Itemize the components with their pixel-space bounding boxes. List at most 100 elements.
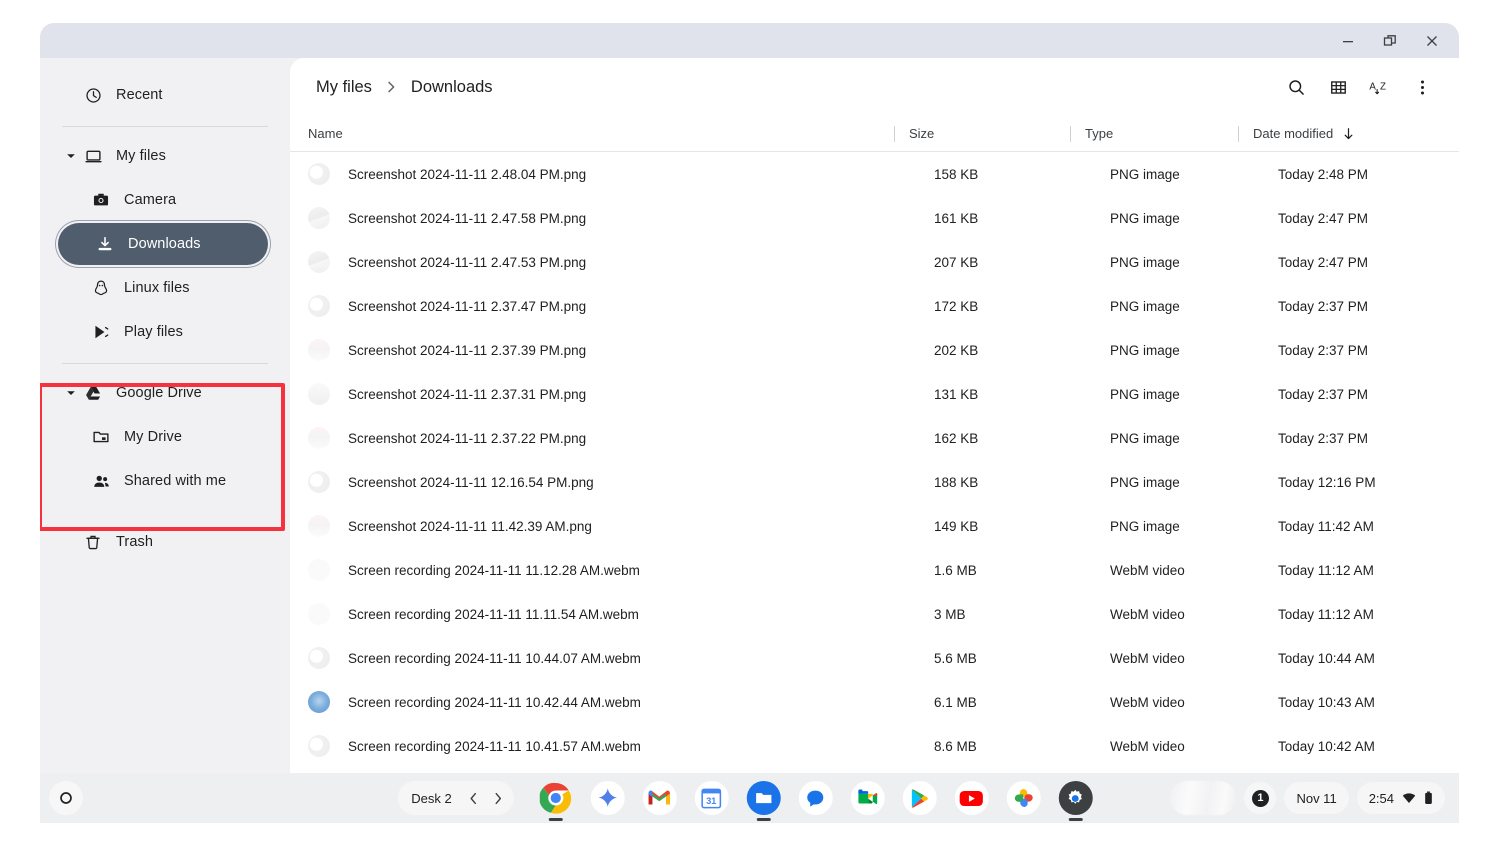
trash-icon xyxy=(80,533,106,551)
breadcrumb-root[interactable]: My files xyxy=(308,74,380,101)
column-divider xyxy=(894,126,895,142)
file-thumbnail xyxy=(308,471,330,493)
grid-view-icon[interactable] xyxy=(1321,70,1355,104)
chevron-down-icon[interactable] xyxy=(62,388,80,398)
chrome-icon xyxy=(539,781,573,815)
sidebar-item-trash[interactable]: Trash xyxy=(54,521,276,563)
file-list[interactable]: Screenshot 2024-11-11 2.48.04 PM.png158 … xyxy=(290,152,1459,773)
sidebar-item-my-drive[interactable]: My Drive xyxy=(54,416,276,458)
sidebar-divider xyxy=(62,126,268,127)
file-name: Screenshot 2024-11-11 2.48.04 PM.png xyxy=(348,167,934,182)
sidebar-item-camera[interactable]: Camera xyxy=(54,179,276,221)
launcher-button[interactable] xyxy=(49,781,83,815)
more-options-icon[interactable] xyxy=(1405,70,1439,104)
sidebar-item-google-drive[interactable]: Google Drive xyxy=(54,372,276,414)
date-tray-button[interactable]: Nov 11 xyxy=(1284,782,1348,814)
table-row[interactable]: Screenshot 2024-11-11 12.16.54 PM.png188… xyxy=(290,460,1459,504)
file-thumbnail xyxy=(308,295,330,317)
table-row[interactable]: Screen recording 2024-11-11 10.41.57 AM.… xyxy=(290,724,1459,768)
search-icon[interactable] xyxy=(1279,70,1313,104)
shelf-app-youtube[interactable] xyxy=(952,778,992,818)
table-row[interactable]: Screenshot 2024-11-11 2.48.04 PM.png158 … xyxy=(290,152,1459,196)
play-store-icon xyxy=(88,323,114,341)
desk-next-icon[interactable] xyxy=(486,784,510,812)
column-header-date-modified[interactable]: Date modified xyxy=(1238,126,1459,142)
file-thumbnail xyxy=(308,383,330,405)
column-label: Name xyxy=(308,126,343,141)
column-header-type[interactable]: Type xyxy=(1070,126,1238,142)
sidebar-item-label: Downloads xyxy=(128,236,201,252)
shelf-app-calendar[interactable]: 31 xyxy=(692,778,732,818)
file-size: 149 KB xyxy=(934,519,1110,534)
sidebar-item-label: Trash xyxy=(116,534,153,550)
play-store-icon xyxy=(903,781,937,815)
battery-icon xyxy=(1424,791,1433,805)
table-row[interactable]: Screen recording 2024-11-11 11.11.54 AM.… xyxy=(290,592,1459,636)
table-row[interactable]: Screen recording 2024-11-11 10.42.44 AM.… xyxy=(290,680,1459,724)
file-name: Screenshot 2024-11-11 2.47.58 PM.png xyxy=(348,211,934,226)
file-type: PNG image xyxy=(1110,475,1278,490)
table-row[interactable]: Screenshot 2024-11-11 2.37.31 PM.png131 … xyxy=(290,372,1459,416)
file-type: WebM video xyxy=(1110,563,1278,578)
breadcrumb-current[interactable]: Downloads xyxy=(403,74,501,101)
shelf-app-messages[interactable] xyxy=(796,778,836,818)
sort-descending-arrow-icon xyxy=(1342,127,1355,141)
shelf-app-play-store[interactable] xyxy=(900,778,940,818)
chevron-down-icon[interactable] xyxy=(62,151,80,161)
file-name: Screenshot 2024-11-11 2.37.47 PM.png xyxy=(348,299,934,314)
file-size: 188 KB xyxy=(934,475,1110,490)
close-button[interactable] xyxy=(1411,25,1453,57)
sidebar-item-label: Recent xyxy=(116,87,163,103)
table-row[interactable]: Screen recording 2024-11-11 10.44.07 AM.… xyxy=(290,636,1459,680)
tray-preview-thumbnail[interactable] xyxy=(1170,781,1236,815)
app-running-indicator xyxy=(549,818,563,821)
shelf-app-photos[interactable] xyxy=(1004,778,1044,818)
shelf-app-files[interactable] xyxy=(744,778,784,818)
file-date-modified: Today 2:48 PM xyxy=(1278,167,1459,182)
file-type: PNG image xyxy=(1110,387,1278,402)
shelf-app-settings[interactable] xyxy=(1056,778,1096,818)
table-row[interactable]: Screenshot 2024-11-11 2.47.53 PM.png207 … xyxy=(290,240,1459,284)
svg-text:A: A xyxy=(1369,81,1376,92)
file-name: Screen recording 2024-11-11 11.11.54 AM.… xyxy=(348,607,934,622)
file-thumbnail xyxy=(308,603,330,625)
shelf-app-chrome[interactable] xyxy=(536,778,576,818)
table-row[interactable]: Screen recording 2024-11-11 11.12.28 AM.… xyxy=(290,548,1459,592)
desk-switcher[interactable]: Desk 2 xyxy=(397,781,513,815)
files-toolbar: My files Downloads xyxy=(290,58,1459,116)
minimize-button[interactable] xyxy=(1327,25,1369,57)
sidebar-item-my-files[interactable]: My files xyxy=(54,135,276,177)
status-tray-button[interactable]: 2:54 xyxy=(1357,782,1445,814)
shelf-app-gmail[interactable] xyxy=(640,778,680,818)
sidebar-item-shared-with-me[interactable]: Shared with me xyxy=(54,460,276,502)
sidebar-item-linux-files[interactable]: Linux files xyxy=(54,267,276,309)
shelf-app-meet[interactable] xyxy=(848,778,888,818)
file-date-modified: Today 2:47 PM xyxy=(1278,211,1459,226)
table-row[interactable]: Screenshot 2024-11-11 11.42.39 AM.png149… xyxy=(290,504,1459,548)
sidebar-item-recent[interactable]: Recent xyxy=(54,74,276,116)
file-date-modified: Today 2:47 PM xyxy=(1278,255,1459,270)
desk-prev-icon[interactable] xyxy=(462,784,486,812)
sidebar-item-play-files[interactable]: Play files xyxy=(54,311,276,353)
column-divider xyxy=(1238,126,1239,142)
column-header-name[interactable]: Name xyxy=(308,126,894,141)
app-running-indicator xyxy=(757,818,771,821)
file-size: 162 KB xyxy=(934,431,1110,446)
sidebar-item-downloads[interactable]: Downloads xyxy=(58,223,268,265)
sidebar-item-label: My files xyxy=(116,148,166,164)
file-type: PNG image xyxy=(1110,167,1278,182)
notification-counter-button[interactable]: 1 xyxy=(1244,782,1276,814)
file-name: Screenshot 2024-11-11 2.37.39 PM.png xyxy=(348,343,934,358)
file-date-modified: Today 2:37 PM xyxy=(1278,431,1459,446)
table-row[interactable]: Screenshot 2024-11-11 2.37.39 PM.png202 … xyxy=(290,328,1459,372)
file-type: WebM video xyxy=(1110,695,1278,710)
sort-az-icon[interactable]: A Z xyxy=(1363,70,1397,104)
table-row[interactable]: Screenshot 2024-11-11 2.37.22 PM.png162 … xyxy=(290,416,1459,460)
shelf-app-gemini[interactable] xyxy=(588,778,628,818)
table-row[interactable]: Screenshot 2024-11-11 2.37.47 PM.png172 … xyxy=(290,284,1459,328)
restore-button[interactable] xyxy=(1369,25,1411,57)
file-name: Screenshot 2024-11-11 11.42.39 AM.png xyxy=(348,519,934,534)
column-header-size[interactable]: Size xyxy=(894,126,1070,142)
table-row[interactable]: Screenshot 2024-11-11 2.47.58 PM.png161 … xyxy=(290,196,1459,240)
svg-text:31: 31 xyxy=(707,795,717,805)
